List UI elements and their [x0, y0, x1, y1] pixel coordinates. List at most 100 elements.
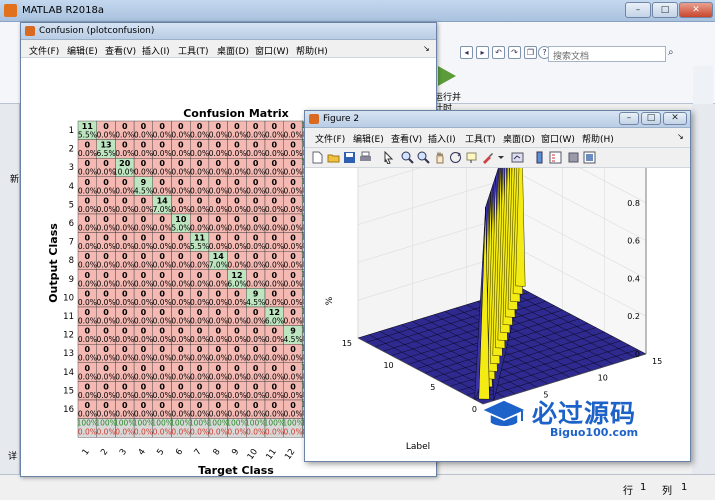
- show-plot-tools-icon[interactable]: [583, 151, 596, 164]
- search-docs-input[interactable]: 搜索文档: [548, 46, 666, 62]
- cell-percent: 0.0%: [209, 186, 228, 195]
- open-file-icon[interactable]: [327, 151, 340, 164]
- menu-window[interactable]: 窗口(W): [255, 44, 289, 57]
- forward-icon[interactable]: ▸: [476, 46, 489, 59]
- close-button[interactable]: ✕: [679, 2, 713, 18]
- status-col-label: 列: [662, 486, 672, 497]
- menu-view[interactable]: 查看(V): [105, 44, 136, 57]
- colorbar-icon[interactable]: [533, 151, 546, 164]
- cell-percent: 0.0%: [190, 298, 209, 307]
- data-cursor-icon[interactable]: [465, 151, 478, 164]
- z-axis-label: %: [325, 296, 335, 305]
- cell-percent: 0.0%: [284, 372, 303, 381]
- cell-percent: 0.0%: [209, 335, 228, 344]
- menu-help[interactable]: 帮助(H): [296, 44, 328, 57]
- menu-edit[interactable]: 编辑(E): [67, 44, 98, 57]
- menu-tools[interactable]: 工具(T): [465, 132, 496, 145]
- dock-icon[interactable]: ↘: [677, 132, 684, 141]
- redo-icon[interactable]: ↷: [508, 46, 521, 59]
- cell-percent: 0.0%: [284, 317, 303, 326]
- cell-percent: 0.0%: [265, 298, 284, 307]
- status-col-value: 1: [681, 482, 688, 493]
- figure2-minimize-button[interactable]: –: [619, 112, 639, 125]
- cell-percent: 0.0%: [97, 205, 116, 214]
- y-axis-label: Output Class: [47, 223, 60, 303]
- cell-percent-error: 0.0%: [134, 428, 153, 437]
- cell-percent: 0.0%: [134, 242, 153, 251]
- cell-percent: 0.0%: [78, 391, 97, 400]
- cell-percent: 0.0%: [115, 391, 134, 400]
- menu-file[interactable]: 文件(F): [29, 44, 59, 57]
- print-icon[interactable]: [359, 151, 372, 164]
- pointer-icon[interactable]: [382, 151, 395, 164]
- cell-percent: 0.0%: [265, 168, 284, 177]
- menu-desktop[interactable]: 桌面(D): [217, 44, 249, 57]
- cell-percent: 0.0%: [227, 205, 246, 214]
- figure2-titlebar[interactable]: Figure 2 – □ ✕: [305, 111, 690, 128]
- undo-icon[interactable]: ↶: [492, 46, 505, 59]
- copy-icon[interactable]: ❐: [524, 46, 537, 59]
- menu-help[interactable]: 帮助(H): [582, 132, 614, 145]
- cell-percent: 0.0%: [134, 224, 153, 233]
- cell-percent: 0.0%: [97, 317, 116, 326]
- menu-window[interactable]: 窗口(W): [541, 132, 575, 145]
- cell-percent: 0.0%: [246, 131, 265, 140]
- figure2-close-button[interactable]: ✕: [663, 112, 687, 125]
- chevron-down-icon[interactable]: [497, 151, 505, 164]
- cell-percent: 0.0%: [171, 317, 190, 326]
- zoom-out-icon[interactable]: [417, 151, 430, 164]
- z-tick-label: 1: [635, 168, 640, 170]
- cell-percent: 0.0%: [246, 335, 265, 344]
- menu-insert[interactable]: 插入(I): [428, 132, 456, 145]
- x-tick-label: 12: [283, 447, 297, 462]
- cell-percent: 4.5%: [134, 186, 153, 195]
- cell-percent: 0.0%: [153, 261, 172, 270]
- save-icon[interactable]: [343, 151, 356, 164]
- cell-percent: 0.0%: [97, 261, 116, 270]
- cell-percent: 0.0%: [115, 242, 134, 251]
- back-icon[interactable]: ◂: [460, 46, 473, 59]
- maximize-button[interactable]: □: [652, 2, 678, 18]
- new-figure-icon[interactable]: [311, 151, 324, 164]
- z-tick-label: 0: [635, 350, 640, 359]
- cell-percent: 0.0%: [227, 410, 246, 419]
- confusion-titlebar[interactable]: Confusion (plotconfusion): [21, 23, 436, 40]
- cell-percent: 0.0%: [265, 205, 284, 214]
- pan-icon[interactable]: [433, 151, 446, 164]
- cell-percent-error: 0.0%: [190, 428, 209, 437]
- x-tick-label: 8: [211, 447, 222, 457]
- watermark-text: 必过源码: [532, 399, 637, 428]
- y-tick-label: 5: [69, 200, 74, 210]
- search-icon[interactable]: ⌕: [668, 47, 682, 61]
- menu-edit[interactable]: 编辑(E): [353, 132, 384, 145]
- legend-icon[interactable]: [549, 151, 562, 164]
- cell-percent: 0.0%: [284, 224, 303, 233]
- cell-percent: 0.0%: [265, 224, 284, 233]
- cell-percent-error: 0.0%: [97, 428, 116, 437]
- cell-percent: 0.0%: [246, 186, 265, 195]
- y-tick-label: 8: [69, 256, 74, 266]
- menu-tools[interactable]: 工具(T): [178, 44, 209, 57]
- figure2-maximize-button[interactable]: □: [641, 112, 661, 125]
- link-plot-icon[interactable]: [511, 151, 524, 164]
- menu-desktop[interactable]: 桌面(D): [503, 132, 535, 145]
- dock-icon[interactable]: ↘: [423, 44, 430, 53]
- cell-percent: 0.0%: [227, 354, 246, 363]
- menu-file[interactable]: 文件(F): [315, 132, 345, 145]
- zoom-in-icon[interactable]: [401, 151, 414, 164]
- menu-insert[interactable]: 插入(I): [142, 44, 170, 57]
- cell-percent: 0.0%: [246, 205, 265, 214]
- cell-percent: 0.0%: [246, 317, 265, 326]
- x-tick-label: 7: [193, 447, 204, 457]
- cell-percent: 0.0%: [190, 317, 209, 326]
- menu-view[interactable]: 查看(V): [391, 132, 422, 145]
- cell-percent: 0.0%: [78, 335, 97, 344]
- cell-percent: 0.0%: [153, 242, 172, 251]
- cell-percent: 0.0%: [134, 131, 153, 140]
- cell-percent: 0.0%: [134, 391, 153, 400]
- rotate-3d-icon[interactable]: [449, 151, 462, 164]
- hide-plot-tools-icon[interactable]: [567, 151, 580, 164]
- minimize-button[interactable]: –: [625, 2, 651, 18]
- cell-percent-error: 0.0%: [153, 428, 172, 437]
- brush-icon[interactable]: [481, 151, 494, 164]
